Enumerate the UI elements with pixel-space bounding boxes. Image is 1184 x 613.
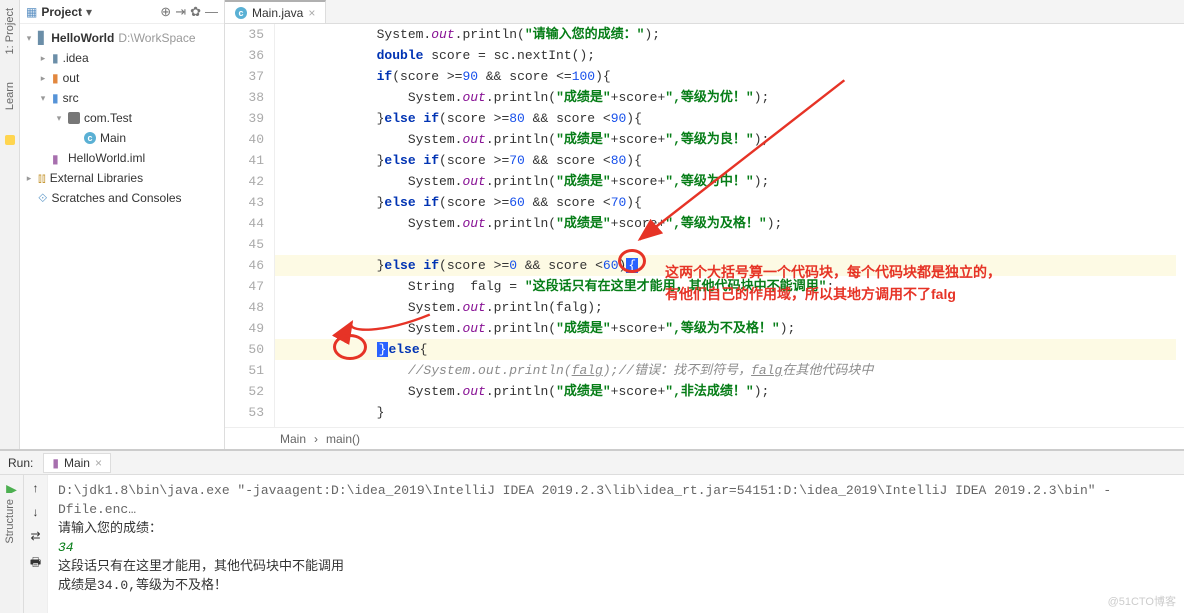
tree-external-libs[interactable]: ▸ ⫾⫾ External Libraries xyxy=(20,168,224,188)
indicator-icon xyxy=(5,135,15,145)
watermark: @51CTO博客 xyxy=(1108,593,1176,609)
chevron-right-icon: › xyxy=(314,432,318,446)
library-icon: ⫾⫾ xyxy=(38,171,46,186)
tree-label: out xyxy=(63,71,80,85)
tree-scratches[interactable]: ⟐ Scratches and Consoles xyxy=(20,188,224,208)
project-path: D:\WorkSpace xyxy=(118,31,195,45)
close-icon[interactable]: × xyxy=(308,6,315,20)
run-toolbar-2: ↑ ↓ ⇄ 🖶 xyxy=(24,475,48,613)
circle-annotation-open-brace xyxy=(618,249,646,273)
app-icon: ▮ xyxy=(52,456,59,470)
left-tool-strip: 1: Project Learn xyxy=(0,0,20,449)
run-header: Run: ▮ Main × xyxy=(0,451,1184,475)
print-icon[interactable]: 🖶 xyxy=(30,553,41,574)
settings-icon[interactable]: ✿ xyxy=(190,4,201,20)
editor: c Main.java × 35363738394041424344454647… xyxy=(225,0,1184,449)
chevron-right-icon[interactable]: ▸ xyxy=(38,53,48,64)
down-icon[interactable]: ↓ xyxy=(33,505,39,519)
tree-main-class[interactable]: c Main xyxy=(20,128,224,148)
project-icon: ▦ xyxy=(26,5,37,19)
code-area[interactable]: 35363738394041424344454647484950515253 S… xyxy=(225,24,1184,427)
tree-iml[interactable]: HelloWorld.iml xyxy=(20,148,224,168)
chevron-right-icon[interactable]: ▸ xyxy=(38,73,48,84)
vtab-learn[interactable]: Learn xyxy=(4,78,16,114)
annotation-text-2: 有他们自己的作用域，所以其地方调用不了falg xyxy=(665,284,956,305)
bottom-tool-strip: Structure xyxy=(0,493,20,613)
folder-out-icon: ▮ xyxy=(52,71,59,85)
console-line: 这段话只有在这里才能用，其他代码块中不能调用 xyxy=(58,557,1174,576)
tree-label: Scratches and Consoles xyxy=(51,191,181,205)
tab-main-java[interactable]: c Main.java × xyxy=(225,0,326,23)
crumb-method[interactable]: main() xyxy=(326,432,360,446)
sidebar-title: Project xyxy=(41,5,82,19)
chevron-right-icon[interactable]: ▸ xyxy=(24,173,34,184)
tree-src[interactable]: ▾ ▮ src xyxy=(20,88,224,108)
console-input: 34 xyxy=(58,538,1174,557)
tree-idea[interactable]: ▸ ▮ .idea xyxy=(20,48,224,68)
console-output[interactable]: D:\jdk1.8\bin\java.exe "-javaagent:D:\id… xyxy=(48,475,1184,613)
chevron-down-icon[interactable]: ▾ xyxy=(54,113,64,124)
console-line: 成绩是34.0,等级为不及格！ xyxy=(58,576,1174,595)
wrap-icon[interactable]: ⇄ xyxy=(30,529,40,543)
up-icon[interactable]: ↑ xyxy=(33,481,39,495)
iml-icon xyxy=(52,152,64,164)
tree-label: HelloWorld.iml xyxy=(68,151,145,165)
tree-label: com.Test xyxy=(84,111,132,125)
run-tab-label: Main xyxy=(64,456,90,470)
package-icon xyxy=(68,112,80,124)
code-body[interactable]: System.out.println("请输入您的成绩："); double s… xyxy=(275,24,1184,427)
project-tree[interactable]: ▾ ▋ HelloWorld D:\WorkSpace ▸ ▮ .idea ▸ … xyxy=(20,24,224,212)
sidebar-header: ▦ Project ▾ ⊕ ⇥ ✿ — xyxy=(20,0,224,24)
select-opened-icon[interactable]: ⊕ xyxy=(160,4,171,20)
tree-project-root[interactable]: ▾ ▋ HelloWorld D:\WorkSpace xyxy=(20,28,224,48)
tree-label: .idea xyxy=(63,51,89,65)
class-icon: c xyxy=(235,7,247,19)
hide-icon[interactable]: — xyxy=(205,4,218,19)
crumb-class[interactable]: Main xyxy=(280,432,306,446)
chevron-down-icon[interactable]: ▾ xyxy=(24,33,34,44)
breadcrumb[interactable]: Main › main() xyxy=(225,427,1184,449)
class-icon: c xyxy=(84,132,96,144)
console-line: 请输入您的成绩： xyxy=(58,519,1174,538)
gutter: 35363738394041424344454647484950515253 xyxy=(225,24,275,427)
module-icon: ▋ xyxy=(38,31,47,45)
vtab-project[interactable]: 1: Project xyxy=(4,4,16,58)
vtab-structure[interactable]: Structure xyxy=(4,493,16,550)
scratch-icon: ⟐ xyxy=(38,191,47,206)
console-cmd: D:\jdk1.8\bin\java.exe "-javaagent:D:\id… xyxy=(58,481,1174,519)
run-label: Run: xyxy=(8,456,33,470)
tab-label: Main.java xyxy=(252,6,303,20)
chevron-down-icon[interactable]: ▾ xyxy=(38,93,48,104)
folder-icon: ▮ xyxy=(52,51,59,65)
project-sidebar: ▦ Project ▾ ⊕ ⇥ ✿ — ▾ ▋ HelloWorld D:\Wo… xyxy=(20,0,225,449)
circle-annotation-close-brace xyxy=(333,334,367,360)
dropdown-icon[interactable]: ▾ xyxy=(86,5,92,19)
folder-src-icon: ▮ xyxy=(52,91,59,105)
editor-tabs: c Main.java × xyxy=(225,0,1184,24)
tree-label: src xyxy=(63,91,79,105)
run-panel: Run: ▮ Main × ▶ ■ ◧ ↘ ↑ ↓ ⇄ 🖶 D:\jdk1.8\… xyxy=(0,450,1184,613)
close-icon[interactable]: × xyxy=(95,456,102,470)
tree-label: Main xyxy=(100,131,126,145)
collapse-icon[interactable]: ⇥ xyxy=(175,4,186,20)
project-name: HelloWorld xyxy=(51,31,114,45)
tree-package[interactable]: ▾ com.Test xyxy=(20,108,224,128)
tree-label: External Libraries xyxy=(50,171,143,185)
tree-out[interactable]: ▸ ▮ out xyxy=(20,68,224,88)
annotation-text-1: 这两个大括号算一个代码块，每个代码块都是独立的， xyxy=(665,262,1001,283)
run-tab[interactable]: ▮ Main × xyxy=(43,453,111,473)
